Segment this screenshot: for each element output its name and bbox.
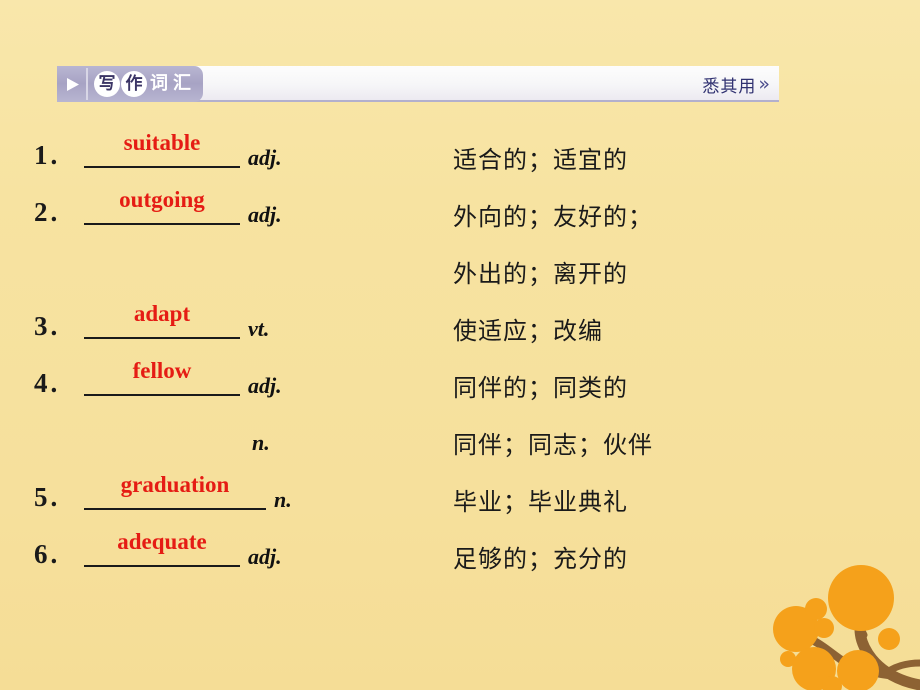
vocabulary-row-continuation: n. 同伴；同志；伙伴 [0, 411, 920, 468]
answer-word: fellow [132, 358, 192, 383]
answer-blank: graduation [84, 470, 266, 514]
answer-blank: adapt [84, 299, 240, 343]
vocabulary-row: 2. outgoing adj. 外向的；友好的； [0, 183, 920, 240]
part-of-speech: adj. [248, 202, 282, 227]
vocabulary-row: 3. adapt vt. 使适应；改编 [0, 297, 920, 354]
slide-canvas: 悉其用 » 写 作 词 汇 1. suitable adj. 适合的；适宜的 2… [0, 0, 920, 690]
answer-blank: suitable [84, 128, 240, 172]
header-right-text: 悉其用 [702, 76, 757, 97]
blank-rule [84, 394, 240, 396]
row-number: 3. [34, 311, 61, 341]
row-number: 6. [34, 539, 61, 569]
part-of-speech: adj. [248, 373, 282, 398]
blank-rule [84, 166, 240, 168]
chinese-meaning: 适合的；适宜的 [453, 146, 628, 174]
chinese-meaning: 使适应；改编 [453, 317, 603, 345]
title-char-2: 作 [121, 71, 147, 97]
chinese-meaning: 毕业；毕业典礼 [453, 488, 628, 516]
double-chevron-right-icon: » [758, 73, 771, 95]
chinese-meaning: 足够的；充分的 [453, 545, 628, 573]
vocabulary-list: 1. suitable adj. 适合的；适宜的 2. outgoing adj… [0, 126, 920, 582]
row-number: 4. [34, 368, 61, 398]
part-of-speech: adj. [248, 544, 282, 569]
section-title-text: 写 作 词 汇 [94, 71, 193, 97]
part-of-speech: adj. [248, 145, 282, 170]
vocabulary-row: 4. fellow adj. 同伴的；同类的 [0, 354, 920, 411]
part-of-speech: vt. [248, 316, 270, 341]
answer-word: adequate [117, 529, 207, 554]
answer-word: graduation [120, 472, 230, 497]
title-char-3: 词 [150, 73, 168, 94]
vocabulary-row-continuation: 外出的；离开的 [0, 240, 920, 297]
part-of-speech: n. [274, 487, 292, 512]
row-number: 1. [34, 140, 61, 170]
title-char-4: 汇 [173, 73, 191, 94]
play-triangle-icon [63, 66, 83, 102]
answer-word: adapt [133, 301, 191, 326]
title-char-1: 写 [94, 71, 120, 97]
header-right-label: 悉其用 » [702, 66, 779, 102]
section-title-tab: 写 作 词 汇 [57, 66, 203, 102]
row-number: 2. [34, 197, 61, 227]
answer-blank: fellow [84, 356, 240, 400]
chinese-meaning: 同伴；同志；伙伴 [453, 431, 653, 459]
answer-word: suitable [123, 130, 201, 155]
chinese-meaning: 外出的；离开的 [453, 260, 628, 288]
part-of-speech: n. [252, 430, 270, 455]
blank-rule [84, 508, 266, 510]
answer-blank: adequate [84, 527, 240, 571]
row-number: 5. [34, 482, 61, 512]
vocabulary-row: 6. adequate adj. 足够的；充分的 [0, 525, 920, 582]
tab-divider [86, 68, 88, 100]
answer-word: outgoing [119, 187, 205, 212]
chinese-meaning: 外向的；友好的； [453, 203, 653, 231]
blank-rule [84, 223, 240, 225]
vocabulary-row: 1. suitable adj. 适合的；适宜的 [0, 126, 920, 183]
vocabulary-row: 5. graduation n. 毕业；毕业典礼 [0, 468, 920, 525]
blank-rule [84, 565, 240, 567]
answer-blank: outgoing [84, 185, 240, 229]
blank-rule [84, 337, 240, 339]
chinese-meaning: 同伴的；同类的 [453, 374, 628, 402]
